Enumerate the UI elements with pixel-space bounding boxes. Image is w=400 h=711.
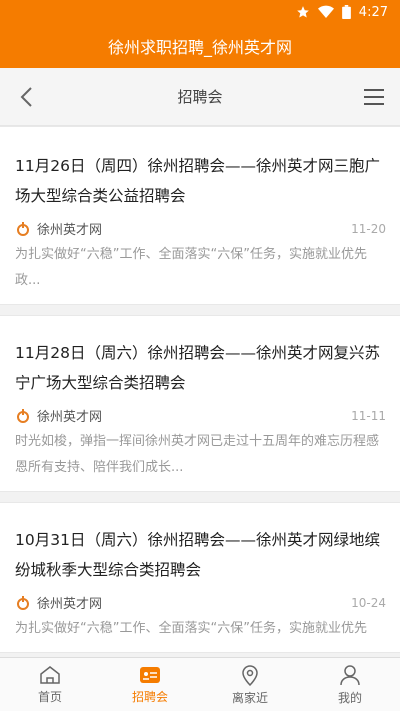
article-list: 11月26日（周四）徐州招聘会——徐州英才网三胞广场大型综合类公益招聘会 徐州英… — [0, 126, 400, 657]
tab-job-fair[interactable]: 招聘会 — [100, 658, 200, 711]
source-name: 徐州英才网 — [37, 223, 103, 238]
battery-icon — [341, 5, 351, 19]
nav-bar: 招聘会 — [0, 68, 400, 126]
site-logo-icon — [17, 595, 29, 610]
article-source: 徐州英才网 — [15, 219, 102, 238]
tab-label: 首页 — [37, 689, 62, 704]
status-time: 4:27 — [358, 4, 388, 20]
job-fair-icon — [140, 666, 160, 683]
tab-nearby[interactable]: 离家近 — [200, 658, 300, 711]
home-icon — [40, 665, 60, 684]
status-bar: 4:27 — [0, 0, 400, 24]
article-card[interactable]: 11月28日（周六）徐州招聘会——徐州英才网复兴苏宁广场大型综合类招聘会 徐州英… — [0, 315, 400, 492]
wifi-icon — [317, 5, 334, 19]
article-card[interactable]: 10月31日（周六）徐州招聘会——徐州英才网绿地缤纷城秋季大型综合类招聘会 徐州… — [0, 502, 400, 653]
source-name: 徐州英才网 — [37, 597, 103, 612]
tab-label: 招聘会 — [131, 689, 168, 704]
article-summary: 为扎实做好“六稳”工作、全面落实“六保”任务，实施就业优先 — [15, 621, 367, 636]
article-summary: 为扎实做好“六稳”工作、全面落实“六保”任务，实施就业优先政... — [15, 247, 367, 288]
article-source: 徐州英才网 — [15, 593, 102, 612]
menu-button[interactable] — [362, 85, 386, 109]
location-pin-icon — [242, 664, 258, 686]
app-title-bar: 徐州求职招聘_徐州英才网 — [0, 24, 400, 68]
source-name: 徐州英才网 — [37, 410, 103, 425]
page-title: 招聘会 — [177, 88, 223, 106]
tab-label: 我的 — [337, 690, 362, 705]
article-date: 11-11 — [351, 408, 386, 423]
tab-label: 离家近 — [231, 690, 268, 705]
article-summary: 时光如梭，弹指一挥间徐州英才网已走过十五周年的难忘历程感恩所有支持、陪伴我们成长… — [15, 434, 380, 475]
article-date: 11-20 — [351, 221, 386, 236]
user-icon — [340, 664, 360, 685]
article-card[interactable]: 11月26日（周四）徐州招聘会——徐州英才网三胞广场大型综合类公益招聘会 徐州英… — [0, 126, 400, 305]
bottom-tab-bar: 首页 招聘会 离家近 我的 — [0, 657, 400, 711]
chevron-left-icon — [20, 86, 32, 107]
article-source: 徐州英才网 — [15, 406, 102, 425]
article-title[interactable]: 11月28日（周六）徐州招聘会——徐州英才网复兴苏宁广场大型综合类招聘会 — [15, 338, 386, 398]
site-logo-icon — [17, 408, 29, 423]
site-logo-icon — [17, 221, 29, 236]
article-title[interactable]: 10月31日（周六）徐州招聘会——徐州英才网绿地缤纷城秋季大型综合类招聘会 — [15, 525, 386, 585]
star-icon — [296, 5, 310, 19]
back-button[interactable] — [14, 85, 38, 109]
tab-home[interactable]: 首页 — [0, 658, 100, 711]
hamburger-menu-icon — [363, 88, 384, 105]
article-title[interactable]: 11月26日（周四）徐州招聘会——徐州英才网三胞广场大型综合类公益招聘会 — [15, 151, 386, 211]
tab-profile[interactable]: 我的 — [300, 658, 400, 711]
app-title: 徐州求职招聘_徐州英才网 — [107, 38, 292, 57]
article-date: 10-24 — [351, 595, 386, 610]
